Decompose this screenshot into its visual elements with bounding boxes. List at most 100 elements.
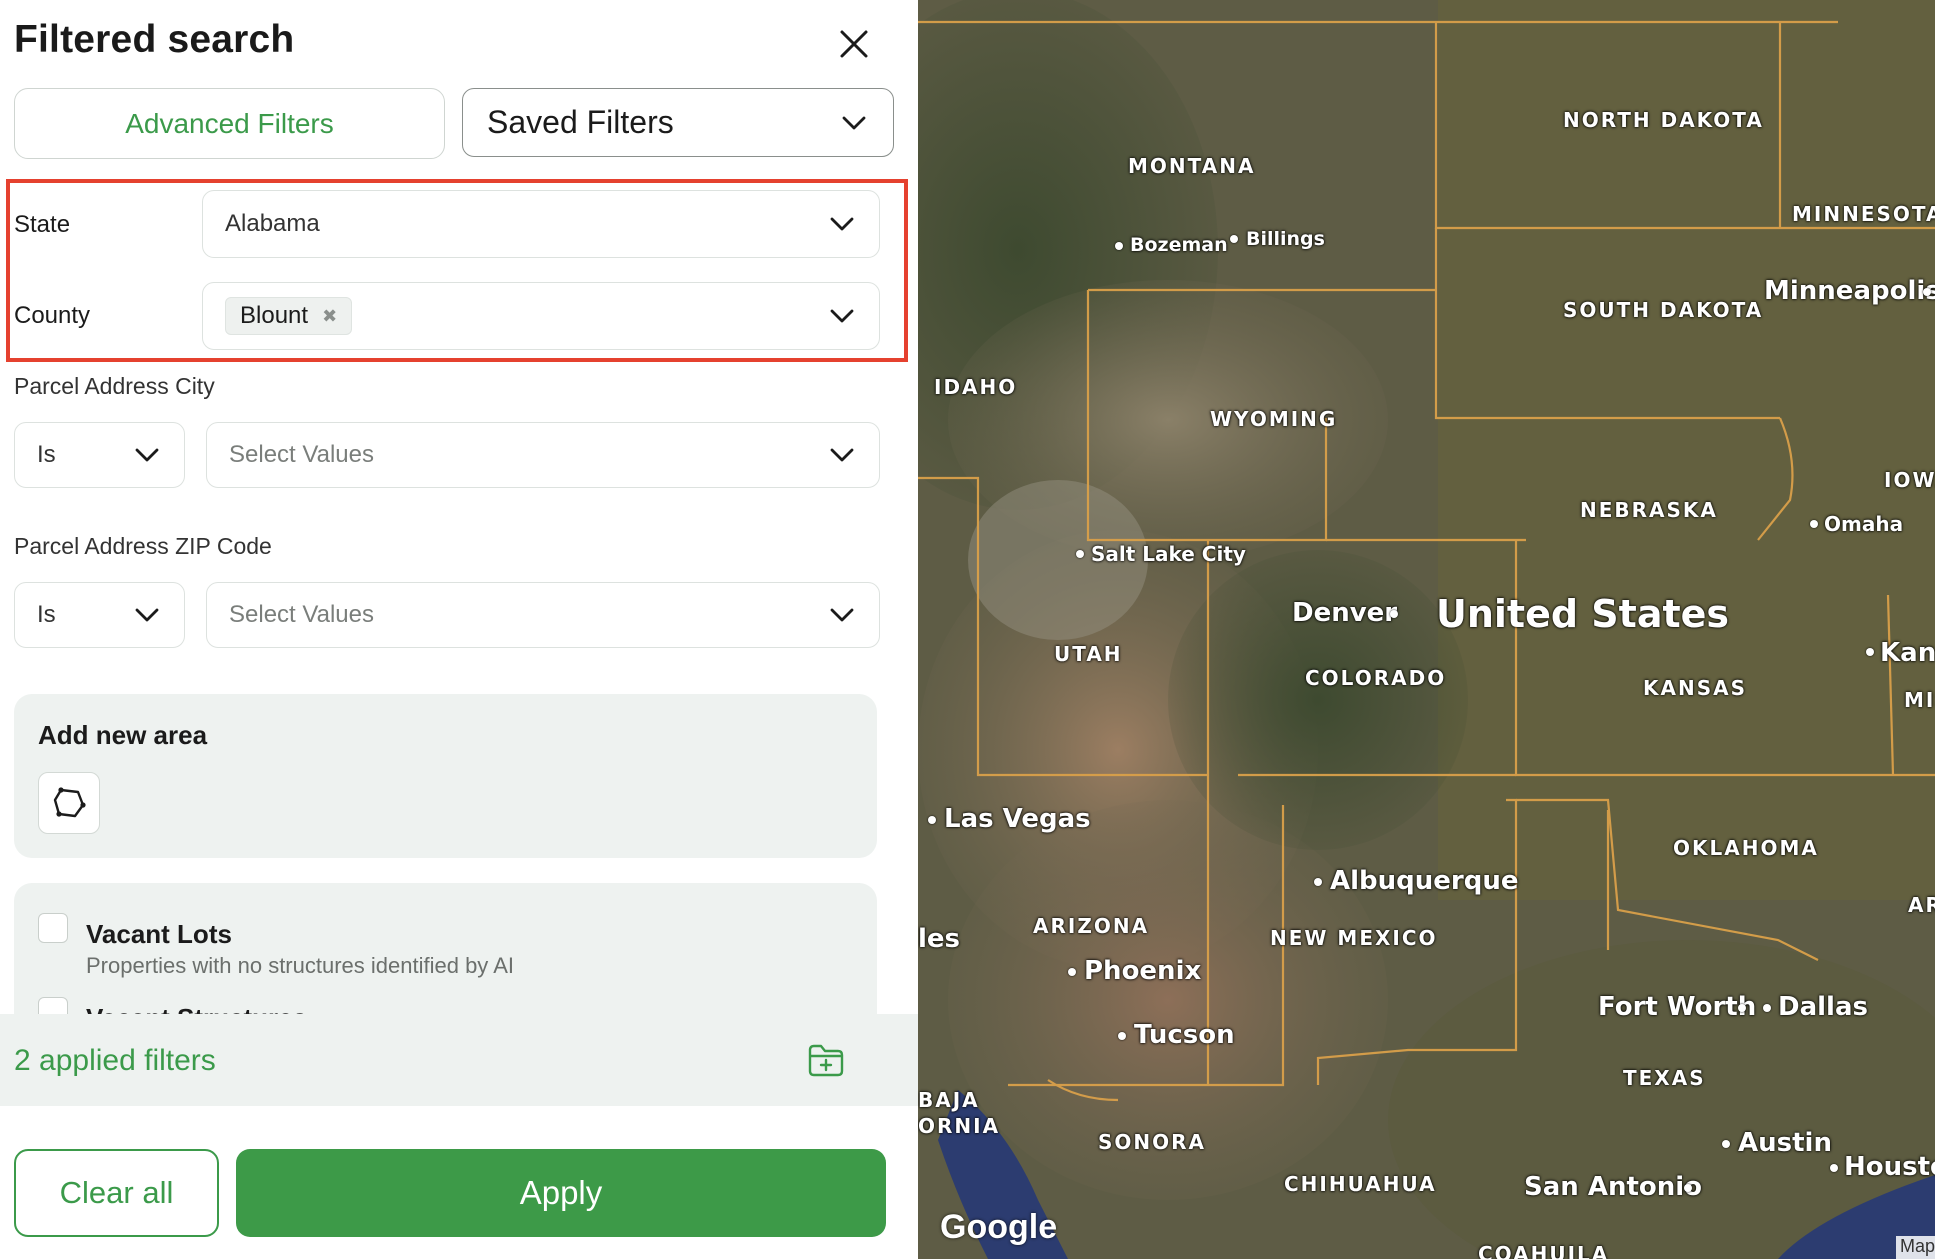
map-label-city: Dallas bbox=[1778, 992, 1868, 1022]
map-label-state: NORTH DAKOTA bbox=[1563, 108, 1764, 132]
chevron-down-icon bbox=[827, 445, 857, 465]
saved-filters-dropdown[interactable]: Saved Filters bbox=[462, 88, 894, 157]
map-label-state: MONTANA bbox=[1128, 154, 1256, 178]
map-label-city: Fort Worth bbox=[1598, 992, 1757, 1022]
county-select[interactable]: Blount ✖ bbox=[202, 282, 880, 350]
map-label-state: SOUTH DAKOTA bbox=[1563, 298, 1764, 322]
zip-label: Parcel Address ZIP Code bbox=[14, 533, 272, 559]
county-label: County bbox=[14, 302, 91, 329]
chevron-down-icon bbox=[827, 306, 857, 326]
city-dot bbox=[1722, 1140, 1730, 1148]
state-select[interactable]: Alabama bbox=[202, 190, 880, 258]
map-label-state: OKLAHOMA bbox=[1673, 836, 1819, 860]
city-dot bbox=[1684, 1184, 1692, 1192]
city-operator-select[interactable]: Is bbox=[14, 422, 185, 488]
close-icon bbox=[840, 30, 868, 58]
map-label-state: BAJA bbox=[918, 1088, 980, 1112]
county-chip-label: Blount bbox=[240, 302, 309, 329]
map-label-city: Minneapolis bbox=[1764, 276, 1935, 306]
add-area-card: Add new area bbox=[14, 694, 877, 858]
map-label-city: Las Vegas bbox=[944, 804, 1091, 834]
vacant-lots-checkbox[interactable] bbox=[38, 913, 68, 943]
map-label-state: NEW MEXICO bbox=[1270, 926, 1438, 950]
map-label-state: SONORA bbox=[1098, 1130, 1207, 1154]
city-dot bbox=[1390, 610, 1398, 618]
map-label-city: Tucson bbox=[1134, 1020, 1235, 1050]
map-label-city: Austin bbox=[1738, 1128, 1832, 1158]
map-label-city: Salt Lake City bbox=[1091, 542, 1246, 566]
tab-advanced-filters[interactable]: Advanced Filters bbox=[14, 88, 445, 159]
map-label-city: Phoenix bbox=[1084, 956, 1202, 986]
map-label-city: Bozeman bbox=[1130, 234, 1228, 256]
clear-all-label: Clear all bbox=[59, 1175, 174, 1210]
map-label-country: United States bbox=[1436, 592, 1730, 636]
city-dot bbox=[1830, 1164, 1838, 1172]
map-label-state: CHIHUAHUA bbox=[1284, 1172, 1437, 1196]
city-dot bbox=[1763, 1004, 1771, 1012]
map-label-city: Albuquerque bbox=[1330, 866, 1519, 896]
draw-polygon-button[interactable] bbox=[38, 772, 100, 834]
city-dot bbox=[1314, 878, 1322, 886]
state-label: State bbox=[14, 211, 71, 238]
city-dot bbox=[1118, 1032, 1126, 1040]
applied-filters-bar: 2 applied filters bbox=[0, 1014, 918, 1106]
city-values-select[interactable]: Select Values bbox=[206, 422, 880, 488]
map-label-state: IOWA bbox=[1884, 468, 1935, 492]
saved-filters-label: Saved Filters bbox=[487, 104, 674, 140]
city-dot bbox=[1076, 550, 1084, 558]
city-dot bbox=[1115, 242, 1123, 250]
map-label-city: Denver bbox=[1292, 598, 1398, 628]
applied-filters-count: 2 applied filters bbox=[14, 1044, 216, 1077]
city-values-placeholder: Select Values bbox=[229, 441, 374, 468]
zip-operator-select[interactable]: Is bbox=[14, 582, 185, 648]
map-label-city: Billings bbox=[1246, 228, 1325, 250]
apply-label: Apply bbox=[519, 1174, 603, 1211]
folder-add-icon bbox=[808, 1044, 844, 1077]
map-label-state: COLORADO bbox=[1305, 666, 1447, 690]
apply-button[interactable]: Apply bbox=[236, 1149, 886, 1237]
city-dot bbox=[1068, 968, 1076, 976]
map-label-state: IDAHO bbox=[934, 375, 1018, 399]
map-label-state: ARIZONA bbox=[1033, 914, 1150, 938]
google-logo: Google bbox=[940, 1208, 1058, 1246]
city-dot bbox=[1923, 288, 1931, 296]
map-label-city: les bbox=[918, 924, 961, 954]
map-label-city: Omaha bbox=[1824, 512, 1904, 536]
city-operator-value: Is bbox=[37, 441, 56, 468]
panel-title: Filtered search bbox=[14, 18, 295, 61]
zip-values-select[interactable]: Select Values bbox=[206, 582, 880, 648]
vacant-lots-description: Properties with no structures identified… bbox=[86, 953, 514, 978]
map-terrain bbox=[918, 0, 1935, 1259]
county-chip: Blount ✖ bbox=[225, 297, 353, 335]
map-label-city: Housto bbox=[1844, 1152, 1935, 1182]
map-label-state: AR bbox=[1908, 893, 1935, 917]
map-label-state: TEXAS bbox=[1623, 1066, 1706, 1090]
tab-advanced-filters-label: Advanced Filters bbox=[125, 107, 334, 139]
map-label-state: NEBRASKA bbox=[1580, 498, 1718, 522]
city-dot bbox=[1810, 520, 1818, 528]
chevron-down-icon bbox=[827, 214, 857, 234]
map-label-state: UTAH bbox=[1054, 642, 1123, 666]
chevron-down-icon bbox=[839, 113, 869, 133]
city-dot bbox=[1866, 648, 1874, 656]
map-data-link[interactable]: Map bbox=[1896, 1236, 1935, 1259]
city-dot bbox=[1738, 1004, 1746, 1012]
clear-all-button[interactable]: Clear all bbox=[14, 1149, 219, 1237]
map-label-state: COAHUILA bbox=[1478, 1242, 1610, 1259]
map-label-state: ORNIA bbox=[918, 1114, 1001, 1138]
zip-values-placeholder: Select Values bbox=[229, 601, 374, 628]
city-dot bbox=[928, 816, 936, 824]
zip-operator-value: Is bbox=[37, 601, 56, 628]
close-button[interactable] bbox=[832, 22, 876, 66]
map-label-state: MIS bbox=[1904, 688, 1935, 712]
vacant-lots-title: Vacant Lots bbox=[86, 919, 232, 949]
chevron-down-icon bbox=[132, 605, 162, 625]
add-area-title: Add new area bbox=[38, 720, 208, 750]
remove-chip-icon[interactable]: ✖ bbox=[322, 306, 337, 327]
state-value: Alabama bbox=[225, 210, 320, 237]
chevron-down-icon bbox=[132, 445, 162, 465]
save-filter-button[interactable] bbox=[804, 1038, 848, 1082]
map-label-state: WYOMING bbox=[1210, 407, 1338, 431]
map-label-city: San Antonio bbox=[1524, 1172, 1703, 1202]
satellite-map[interactable]: MONTANA NORTH DAKOTA MINNESOTA SOUTH DAK… bbox=[918, 0, 1935, 1259]
